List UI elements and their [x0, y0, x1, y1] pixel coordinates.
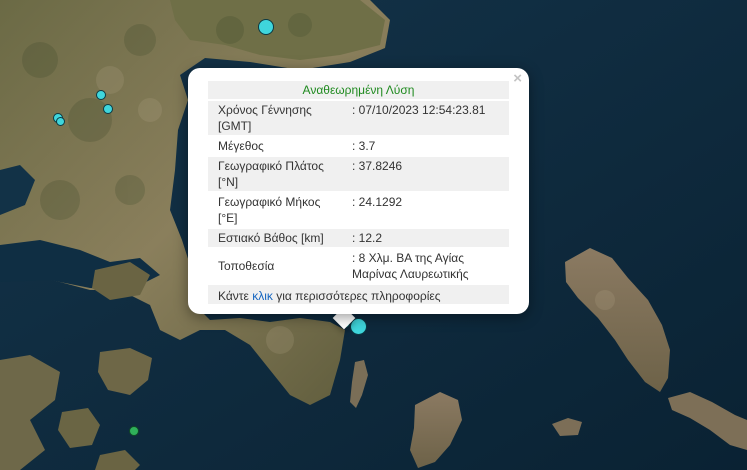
earthquake-marker[interactable] — [258, 19, 274, 35]
row-value: : 8 Χλμ. ΒΑ της Αγίας Μαρίνας Λαυρεωτική… — [352, 251, 469, 281]
more-info-link[interactable]: κλικ — [252, 289, 273, 303]
popup-info-table: Αναθεωρημένη Λύση Χρόνος Γέννησης [GMT] … — [208, 81, 509, 304]
row-key: Τοποθεσία — [218, 259, 275, 273]
earthquake-marker[interactable] — [96, 90, 106, 100]
row-origin-time: Χρόνος Γέννησης [GMT] : 07/10/2023 12:54… — [208, 101, 509, 135]
row-magnitude: Μέγεθος : 3.7 — [208, 137, 509, 155]
row-value: : 3.7 — [352, 139, 376, 153]
row-key: Χρόνος Γέννησης [GMT] — [218, 103, 312, 133]
close-icon[interactable]: × — [513, 71, 522, 87]
row-latitude: Γεωγραφικό Πλάτος [°N] : 37.8246 — [208, 157, 509, 191]
satellite-map[interactable]: × Αναθεωρημένη Λύση Χρόνος Γέννησης [GMT… — [0, 0, 747, 470]
earthquake-marker[interactable] — [103, 104, 113, 114]
footer-prefix: Κάντε — [218, 289, 253, 303]
row-value: : 37.8246 — [352, 159, 403, 173]
row-depth: Εστιακό Βάθος [km] : 12.2 — [208, 229, 509, 247]
footer-suffix: για περισσότερες πληροφορίες — [272, 289, 441, 303]
row-value: : 07/10/2023 12:54:23.81 — [352, 103, 486, 117]
earthquake-marker[interactable] — [56, 117, 65, 126]
row-value: : 24.1292 — [352, 195, 403, 209]
row-key: Εστιακό Βάθος [km] — [218, 231, 324, 245]
row-key: Γεωγραφικό Μήκος [°E] — [218, 195, 321, 225]
popup-footer: Κάντε κλικ για περισσότερες πληροφορίες — [208, 285, 509, 304]
earthquake-marker[interactable] — [129, 426, 139, 436]
row-key: Μέγεθος — [218, 139, 264, 153]
row-longitude: Γεωγραφικό Μήκος [°E] : 24.1292 — [208, 193, 509, 227]
popup-header: Αναθεωρημένη Λύση — [208, 81, 509, 99]
row-location: Τοποθεσία : 8 Χλμ. ΒΑ της Αγίας Μαρίνας … — [208, 249, 509, 283]
earthquake-info-popup: × Αναθεωρημένη Λύση Χρόνος Γέννησης [GMT… — [188, 68, 529, 314]
row-key: Γεωγραφικό Πλάτος [°N] — [218, 159, 324, 189]
row-value: : 12.2 — [352, 231, 383, 245]
